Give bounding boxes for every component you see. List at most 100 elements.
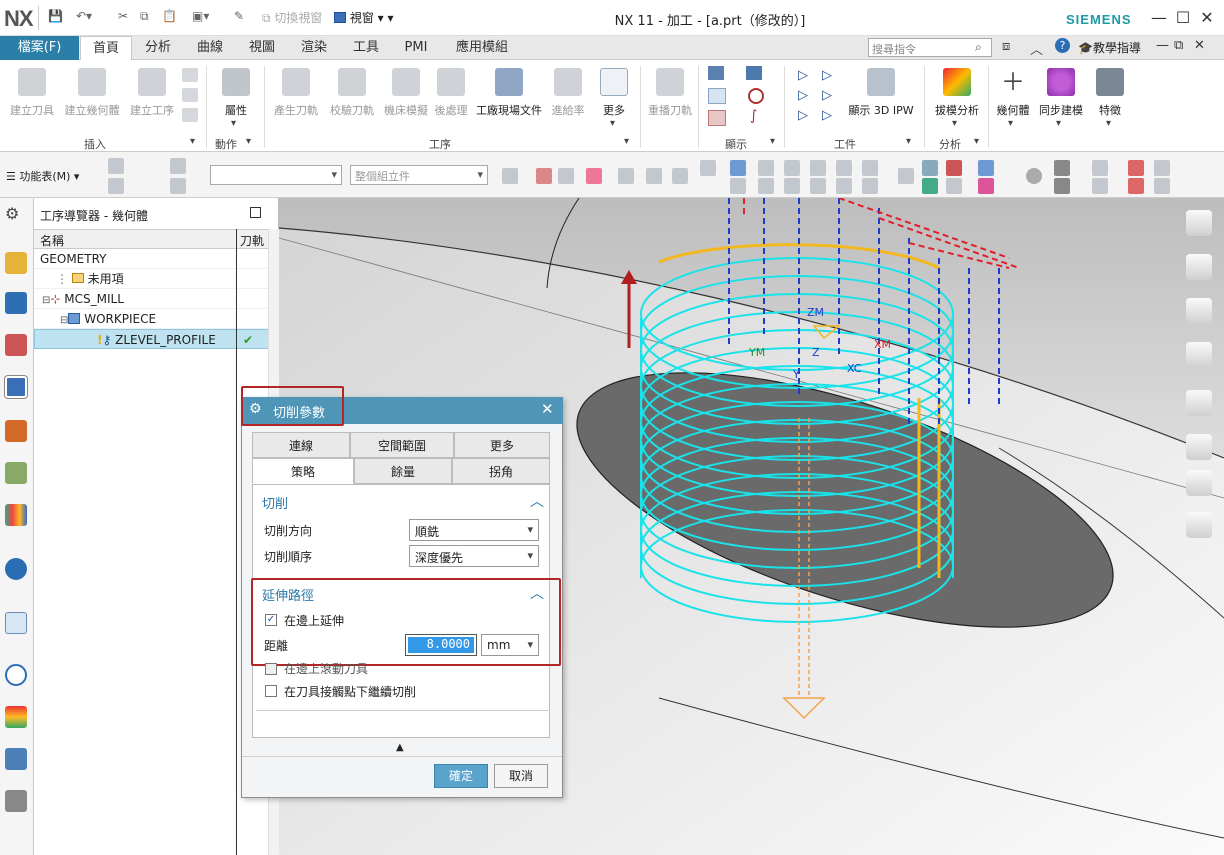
- display-more-icon[interactable]: ▾: [770, 136, 775, 147]
- tab-curve[interactable]: 曲線: [188, 36, 232, 60]
- roll-tool-checkbox[interactable]: [265, 663, 277, 675]
- snap-icon-f[interactable]: [836, 178, 852, 194]
- collapse-icon[interactable]: ⊟: [60, 315, 68, 326]
- display-point-icon[interactable]: [748, 88, 764, 104]
- tab-more[interactable]: 更多: [454, 432, 550, 458]
- postprocess-button[interactable]: 後處理: [428, 66, 474, 126]
- close-button[interactable]: ✕: [1196, 8, 1218, 28]
- tab-render[interactable]: 渲染: [292, 36, 336, 60]
- machining-feature-navigator-icon[interactable]: [5, 462, 27, 484]
- machine-tool-navigator-icon[interactable]: [5, 420, 27, 442]
- scope-select[interactable]: 整個組立件: [350, 165, 488, 185]
- circle-center-icon[interactable]: [810, 160, 826, 176]
- tab-strategy[interactable]: 策略: [252, 458, 354, 484]
- collapse-ribbon-icon[interactable]: ︿: [1030, 39, 1043, 58]
- snap-end-icon[interactable]: [646, 168, 662, 184]
- snap-mid-icon[interactable]: [672, 168, 688, 184]
- reuse-library-icon[interactable]: [5, 504, 27, 526]
- select-icon-4[interactable]: [170, 178, 186, 194]
- tree-row-geometry[interactable]: GEOMETRY: [34, 249, 269, 269]
- process-studio-icon[interactable]: [5, 748, 27, 770]
- view-icon[interactable]: [922, 160, 938, 176]
- tab-corners[interactable]: 拐角: [452, 458, 550, 484]
- display-icon[interactable]: ▣▾: [192, 9, 209, 27]
- copy-icon[interactable]: ⧉: [140, 9, 149, 27]
- create-tool-button[interactable]: 建立刀具: [4, 66, 60, 126]
- switch-window-button[interactable]: ⧉ 切換視窗: [262, 9, 322, 27]
- draft-analysis-button[interactable]: 拔模分析: [928, 66, 986, 126]
- tab-pmi[interactable]: PMI: [396, 36, 436, 60]
- machine-simulation-button[interactable]: 機床模擬: [378, 66, 434, 126]
- column-header-name[interactable]: 名稱: [40, 232, 64, 249]
- select-icon-3[interactable]: [170, 158, 186, 174]
- paste-icon[interactable]: 📋: [162, 9, 177, 27]
- cut-order-select[interactable]: 深度優先: [409, 545, 539, 567]
- view-left-icon[interactable]: [1186, 390, 1212, 416]
- web-browser-icon[interactable]: [5, 612, 27, 634]
- undo-icon[interactable]: ↶▾: [76, 9, 92, 27]
- tab-connection[interactable]: 連線: [252, 432, 350, 458]
- tree-row-workpiece[interactable]: ⊟ WORKPIECE: [34, 309, 269, 329]
- collapse-cut-icon[interactable]: ︿: [530, 491, 544, 511]
- tab-tools[interactable]: 工具: [344, 36, 388, 60]
- axis-icon-2[interactable]: [1128, 178, 1144, 194]
- type-filter-select[interactable]: [210, 165, 342, 185]
- dialog-close-icon[interactable]: ✕: [541, 400, 554, 418]
- rotate-icon[interactable]: [922, 178, 938, 194]
- select-icon[interactable]: [108, 158, 124, 174]
- small-method-icon[interactable]: [182, 108, 198, 122]
- path-icon-6[interactable]: ▷: [822, 108, 832, 123]
- window-layout-icon[interactable]: ⧈: [1002, 39, 1010, 54]
- menu-button[interactable]: ☰ 功能表(M) ▾: [6, 168, 79, 184]
- display-mode-icon[interactable]: [708, 66, 724, 80]
- snap-icon-d[interactable]: [784, 178, 800, 194]
- replay-toolpath-button[interactable]: 重播刀軌: [642, 66, 698, 126]
- fit-icon[interactable]: [898, 168, 914, 184]
- navigator-maximize-icon[interactable]: [250, 207, 261, 218]
- snap-icon[interactable]: [558, 168, 574, 184]
- properties-dropdown-icon[interactable]: ▾: [231, 118, 236, 129]
- display-toggle-icon[interactable]: [708, 88, 726, 104]
- select-icon-2[interactable]: [108, 178, 124, 194]
- tab-home[interactable]: 首頁: [80, 36, 132, 61]
- verify-toolpath-button[interactable]: 校驗刀軌: [324, 66, 380, 126]
- display-view-icon[interactable]: [746, 66, 762, 80]
- snap-icon-g[interactable]: [862, 178, 878, 194]
- properties-button[interactable]: 屬性: [208, 66, 264, 126]
- window-menu-button[interactable]: 視窗 ▾ ▾: [334, 9, 394, 27]
- filter-icon[interactable]: [502, 168, 518, 184]
- constraint-navigator-icon[interactable]: [5, 292, 27, 314]
- column-header-toolpath[interactable]: 刀軌: [240, 232, 264, 249]
- assembly-navigator-icon[interactable]: [5, 252, 27, 274]
- draft-dropdown-icon[interactable]: ▾: [952, 118, 957, 129]
- command-search-input[interactable]: 搜尋指令: [868, 38, 992, 57]
- more-dropdown-icon[interactable]: ▾: [610, 118, 615, 129]
- shade-icon[interactable]: [978, 160, 994, 176]
- doc-close-icon[interactable]: ✕: [1194, 38, 1205, 53]
- display-curve-icon[interactable]: ∫: [750, 108, 757, 124]
- wcs-icon-2[interactable]: [1092, 178, 1108, 194]
- continue-cut-checkbox[interactable]: [265, 685, 277, 697]
- show-3d-ipw-button[interactable]: 顯示 3D IPW: [846, 66, 916, 126]
- tab-file[interactable]: 檔案(F): [0, 36, 79, 60]
- quadrant-icon[interactable]: [862, 160, 878, 176]
- plus-point-icon[interactable]: [836, 160, 852, 176]
- view-front-icon[interactable]: [1186, 298, 1212, 324]
- sync-dropdown-icon[interactable]: ▾: [1056, 118, 1061, 129]
- small-geometry-icon[interactable]: [182, 88, 198, 102]
- tab-spatial-range[interactable]: 空間範圍: [350, 432, 454, 458]
- minimize-button[interactable]: —: [1148, 8, 1170, 28]
- shop-documentation-button[interactable]: 工廠現場文件: [474, 66, 544, 126]
- create-geometry-button[interactable]: 建立幾何體: [62, 66, 122, 126]
- background-icon[interactable]: [1054, 160, 1070, 176]
- pan-icon[interactable]: [946, 178, 962, 194]
- display-hatch-icon[interactable]: [708, 110, 726, 126]
- cut-direction-select[interactable]: 順銑: [409, 519, 539, 541]
- brush-icon[interactable]: ✎: [234, 9, 244, 27]
- settings-icon[interactable]: ⚙: [5, 204, 19, 223]
- analysis-more-icon[interactable]: ▾: [974, 136, 979, 147]
- operation-navigator-icon[interactable]: [5, 376, 27, 398]
- more-button[interactable]: 更多: [592, 66, 636, 126]
- line-icon[interactable]: [758, 160, 774, 176]
- doc-restore-icon[interactable]: ⧉: [1174, 38, 1183, 53]
